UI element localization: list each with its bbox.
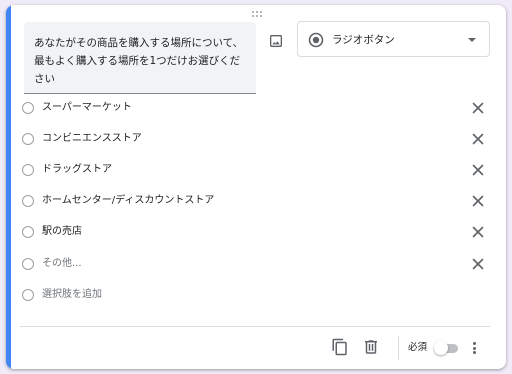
- option-row[interactable]: ドラッグストア: [20, 159, 490, 183]
- close-icon[interactable]: [470, 224, 486, 240]
- radio-checked-icon: [308, 32, 324, 48]
- other-option-label[interactable]: その他...: [42, 256, 82, 272]
- copy-icon[interactable]: [331, 338, 349, 356]
- add-image-icon[interactable]: [268, 33, 284, 49]
- active-accent-bar: [6, 5, 11, 369]
- question-title-input[interactable]: あなたがその商品を購入する場所について、最もよく購入する場所を1つだけお選びくだ…: [24, 22, 256, 94]
- question-type-label: ラジオボタン: [332, 34, 395, 46]
- drag-handle-icon[interactable]: [250, 9, 264, 19]
- radio-circle-icon: [22, 133, 34, 145]
- radio-circle-icon: [22, 195, 34, 207]
- radio-circle-icon: [22, 226, 34, 238]
- close-icon[interactable]: [470, 256, 486, 272]
- option-row[interactable]: スーパーマーケット: [20, 97, 490, 121]
- option-label[interactable]: スーパーマーケット: [42, 100, 132, 116]
- option-label[interactable]: 駅の売店: [42, 224, 82, 240]
- radio-circle-icon: [22, 102, 34, 114]
- required-label: 必須: [408, 342, 428, 353]
- chevron-down-icon: [468, 38, 476, 42]
- radio-circle-icon: [22, 164, 34, 176]
- option-row[interactable]: コンビニエンスストア: [20, 128, 490, 152]
- close-icon[interactable]: [470, 193, 486, 209]
- add-option-button[interactable]: 選択肢を追加: [42, 287, 102, 303]
- footer-separator: [398, 336, 399, 360]
- add-option-row[interactable]: 選択肢を追加: [20, 284, 490, 308]
- option-label[interactable]: ドラッグストア: [42, 162, 112, 178]
- other-option-row[interactable]: その他...: [20, 253, 490, 277]
- toggle-thumb: [434, 341, 448, 355]
- radio-circle-icon: [22, 258, 34, 270]
- trash-icon[interactable]: [362, 338, 380, 356]
- option-label[interactable]: ホームセンター/ディスカウントストア: [42, 193, 214, 209]
- close-icon[interactable]: [470, 131, 486, 147]
- close-icon[interactable]: [470, 162, 486, 178]
- question-card: あなたがその商品を購入する場所について、最もよく購入する場所を1つだけお選びくだ…: [6, 5, 506, 369]
- option-row[interactable]: ホームセンター/ディスカウントストア: [20, 190, 490, 214]
- question-type-dropdown[interactable]: ラジオボタン: [297, 21, 490, 57]
- required-toggle[interactable]: [434, 341, 460, 355]
- option-label[interactable]: コンビニエンスストア: [42, 131, 142, 147]
- close-icon[interactable]: [470, 100, 486, 116]
- radio-circle-icon: [22, 289, 34, 301]
- option-row[interactable]: 駅の売店: [20, 221, 490, 245]
- more-vert-icon[interactable]: [470, 340, 478, 356]
- footer-divider: [20, 326, 490, 327]
